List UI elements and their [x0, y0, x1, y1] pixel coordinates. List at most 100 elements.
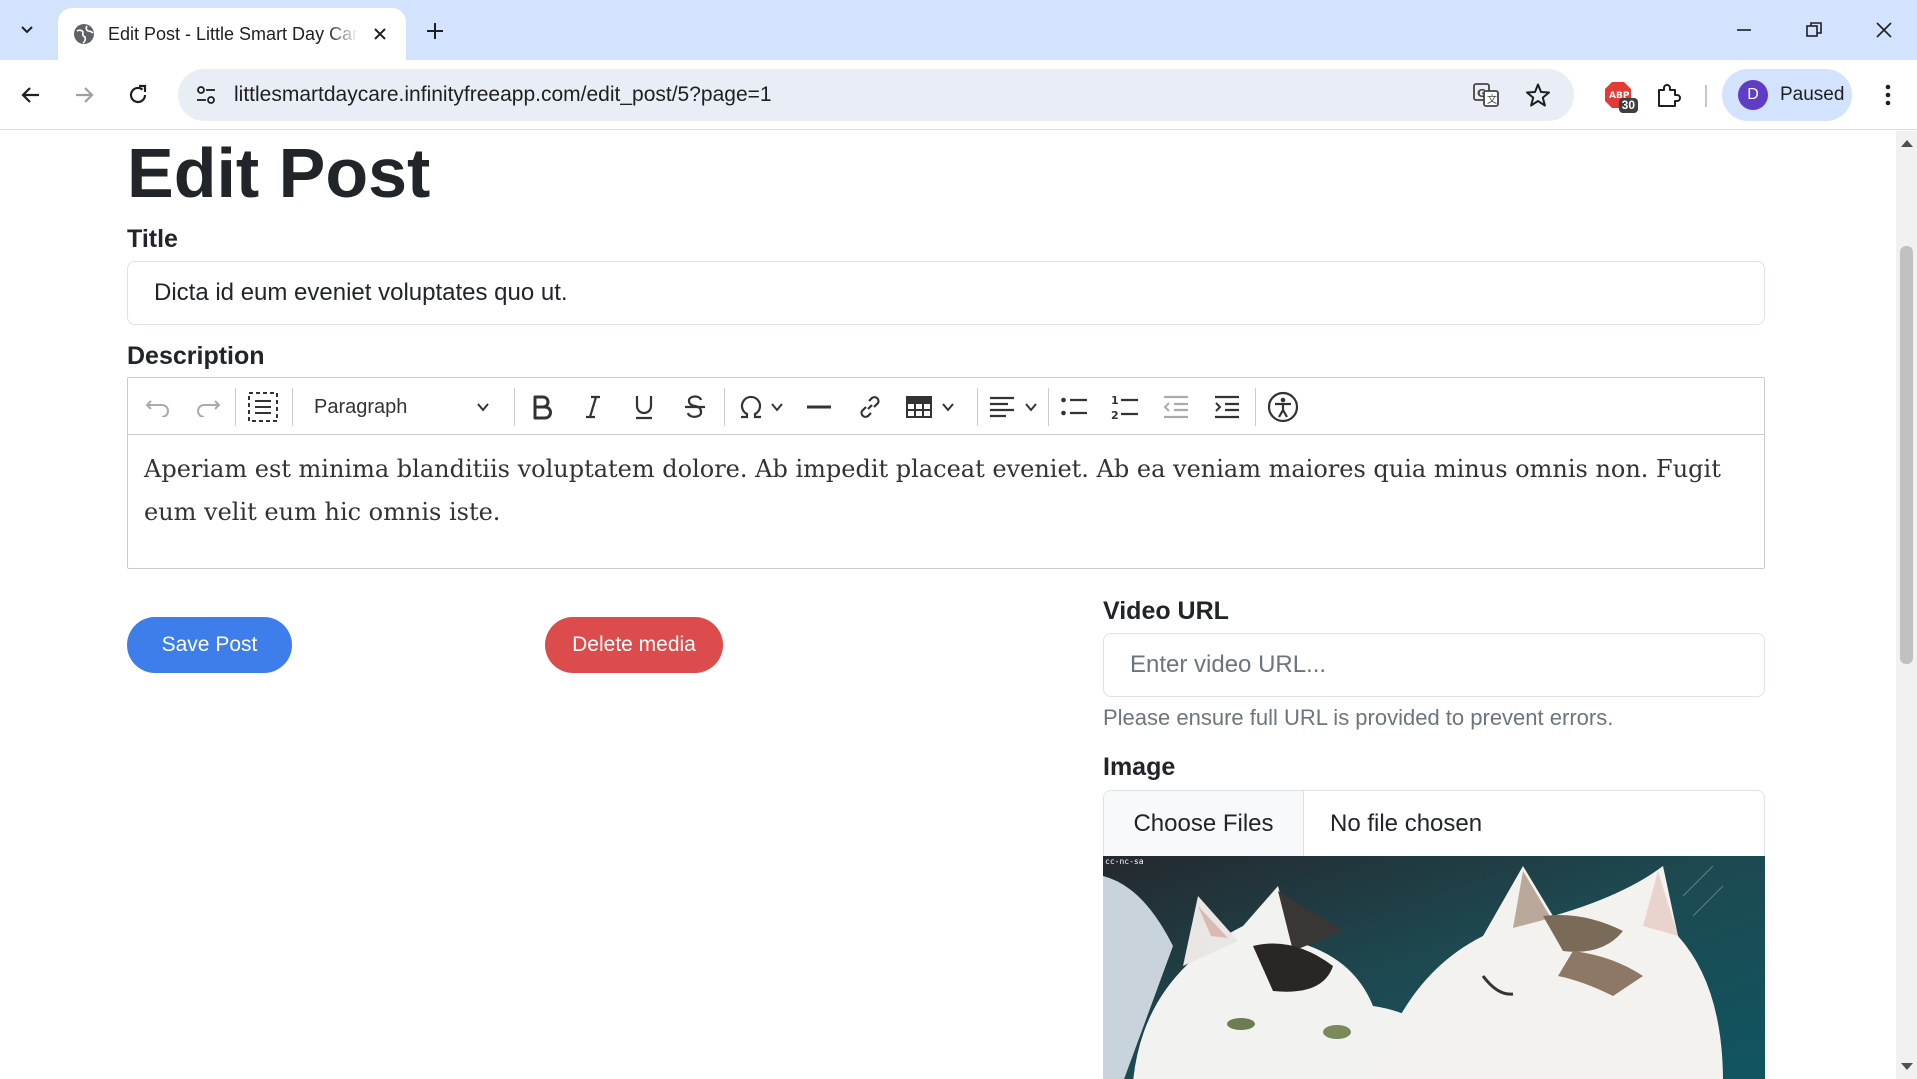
image-file-input[interactable]: Choose Files No file chosen [1103, 790, 1765, 857]
svg-text:2: 2 [1111, 409, 1119, 421]
redo-button[interactable] [190, 390, 226, 424]
extension-badge: 30 [1618, 98, 1638, 113]
page-title: Edit Post [127, 134, 431, 212]
browser-tab-strip: Edit Post - Little Smart Day Care [0, 0, 1917, 60]
close-icon [1876, 22, 1892, 38]
more-vertical-icon [1885, 84, 1891, 106]
title-label: Title [127, 225, 178, 253]
horizontal-line-icon [807, 405, 831, 409]
heading-dropdown[interactable]: Paragraph [296, 388, 508, 426]
restore-button[interactable] [1786, 10, 1842, 50]
delete-media-button[interactable]: Delete media [545, 617, 723, 673]
url-text[interactable]: littlesmartdaycare.infinityfreeapp.com/e… [234, 83, 772, 107]
link-icon [860, 396, 880, 418]
editor-content[interactable]: Aperiam est minima blanditiis voluptatem… [144, 448, 1744, 534]
reload-button[interactable] [116, 73, 160, 117]
scroll-down-arrow-icon[interactable] [1901, 1063, 1913, 1070]
numbered-list-button[interactable]: 12 [1107, 390, 1143, 424]
new-tab-button[interactable] [418, 14, 452, 48]
choose-files-button[interactable]: Choose Files [1104, 791, 1304, 856]
forward-button[interactable] [62, 73, 106, 117]
chevron-down-icon [477, 403, 489, 412]
toolbar-divider [1705, 85, 1707, 107]
strikethrough-button[interactable] [677, 390, 713, 424]
page-content: Edit Post Title Dicta id eum eveniet vol… [0, 131, 1896, 1079]
browser-toolbar: littlesmartdaycare.infinityfreeapp.com/e… [0, 60, 1917, 130]
undo-button[interactable] [140, 390, 176, 424]
editor-toolbar: Paragraph 1 2 [128, 378, 1764, 435]
toolbar-separator [292, 388, 293, 426]
close-window-button[interactable] [1856, 10, 1912, 50]
toolbar-separator [1255, 388, 1256, 426]
link-button[interactable] [852, 390, 888, 424]
outdent-icon [1163, 395, 1188, 419]
tab-title: Edit Post - Little Smart Day Care [108, 23, 358, 44]
browser-menu-button[interactable] [1866, 73, 1910, 117]
title-input[interactable]: Dicta id eum eveniet voluptates quo ut. [127, 261, 1765, 325]
arrow-right-icon [76, 87, 94, 103]
italic-icon [586, 395, 600, 419]
svg-text:1: 1 [1111, 394, 1119, 407]
save-post-button[interactable]: Save Post [127, 617, 292, 673]
globe-icon [74, 24, 94, 44]
profile-button[interactable]: D Paused [1722, 69, 1852, 121]
video-url-help-text: Please ensure full URL is provided to pr… [1103, 705, 1614, 730]
bulleted-list-button[interactable] [1056, 390, 1092, 424]
plus-icon [427, 23, 443, 39]
accessibility-help-button[interactable] [1265, 390, 1301, 424]
address-bar[interactable]: littlesmartdaycare.infinityfreeapp.com/e… [178, 69, 1574, 121]
toolbar-separator [977, 388, 978, 426]
profile-status: Paused [1780, 84, 1845, 105]
bookmark-star-icon[interactable] [1520, 77, 1556, 113]
video-url-label: Video URL [1103, 597, 1229, 625]
toolbar-separator [1048, 388, 1049, 426]
special-characters-button[interactable] [734, 390, 790, 424]
translate-icon[interactable]: G文 [1468, 77, 1504, 113]
horizontal-line-button[interactable] [801, 390, 837, 424]
select-all-button[interactable] [245, 390, 281, 424]
toolbar-separator [235, 388, 236, 426]
increase-indent-button[interactable] [1209, 390, 1245, 424]
text-alignment-button[interactable] [986, 390, 1042, 424]
close-tab-icon[interactable] [368, 22, 392, 46]
decrease-indent-button[interactable] [1158, 390, 1194, 424]
cats-photo [1103, 856, 1765, 1079]
redo-icon [197, 400, 221, 417]
undo-icon [145, 400, 169, 417]
bulleted-list-icon [1061, 397, 1087, 416]
numbered-list-icon: 12 [1111, 394, 1138, 421]
restore-icon [1806, 22, 1822, 37]
site-info-icon[interactable] [188, 77, 224, 113]
video-url-input[interactable]: Enter video URL... [1103, 633, 1765, 697]
indent-icon [1215, 395, 1239, 419]
underline-button[interactable] [626, 390, 662, 424]
heading-dropdown-value: Paragraph [314, 395, 408, 418]
align-left-icon [990, 396, 1037, 418]
rich-text-editor: Paragraph 1 2 Aperiam est minima blandit… [127, 377, 1765, 569]
adblock-extension-icon[interactable]: ABP 30 [1596, 73, 1640, 117]
video-url-placeholder: Enter video URL... [1130, 651, 1327, 678]
bold-button[interactable] [524, 390, 560, 424]
table-icon [906, 396, 954, 418]
page-scrollbar[interactable] [1896, 131, 1917, 1079]
post-image-preview: cc-nc-sa [1103, 856, 1765, 1079]
toolbar-separator [514, 388, 515, 426]
scrollbar-thumb[interactable] [1900, 246, 1913, 664]
toolbar-separator [724, 388, 725, 426]
image-watermark: cc-nc-sa [1105, 857, 1144, 866]
chevron-down-icon [21, 26, 33, 34]
bold-icon [533, 395, 552, 420]
insert-table-button[interactable] [903, 390, 959, 424]
omega-icon [740, 395, 783, 419]
file-status-text: No file chosen [1330, 809, 1483, 837]
active-tab[interactable]: Edit Post - Little Smart Day Care [58, 8, 406, 60]
minimize-button[interactable] [1716, 10, 1772, 50]
select-all-icon [248, 392, 278, 422]
strikethrough-icon [685, 395, 705, 418]
back-button[interactable] [9, 73, 53, 117]
scroll-up-arrow-icon[interactable] [1901, 140, 1913, 147]
extensions-puzzle-icon[interactable] [1646, 73, 1690, 117]
italic-button[interactable] [575, 390, 611, 424]
title-input-value: Dicta id eum eveniet voluptates quo ut. [154, 279, 568, 306]
tab-search-button[interactable] [8, 12, 46, 48]
